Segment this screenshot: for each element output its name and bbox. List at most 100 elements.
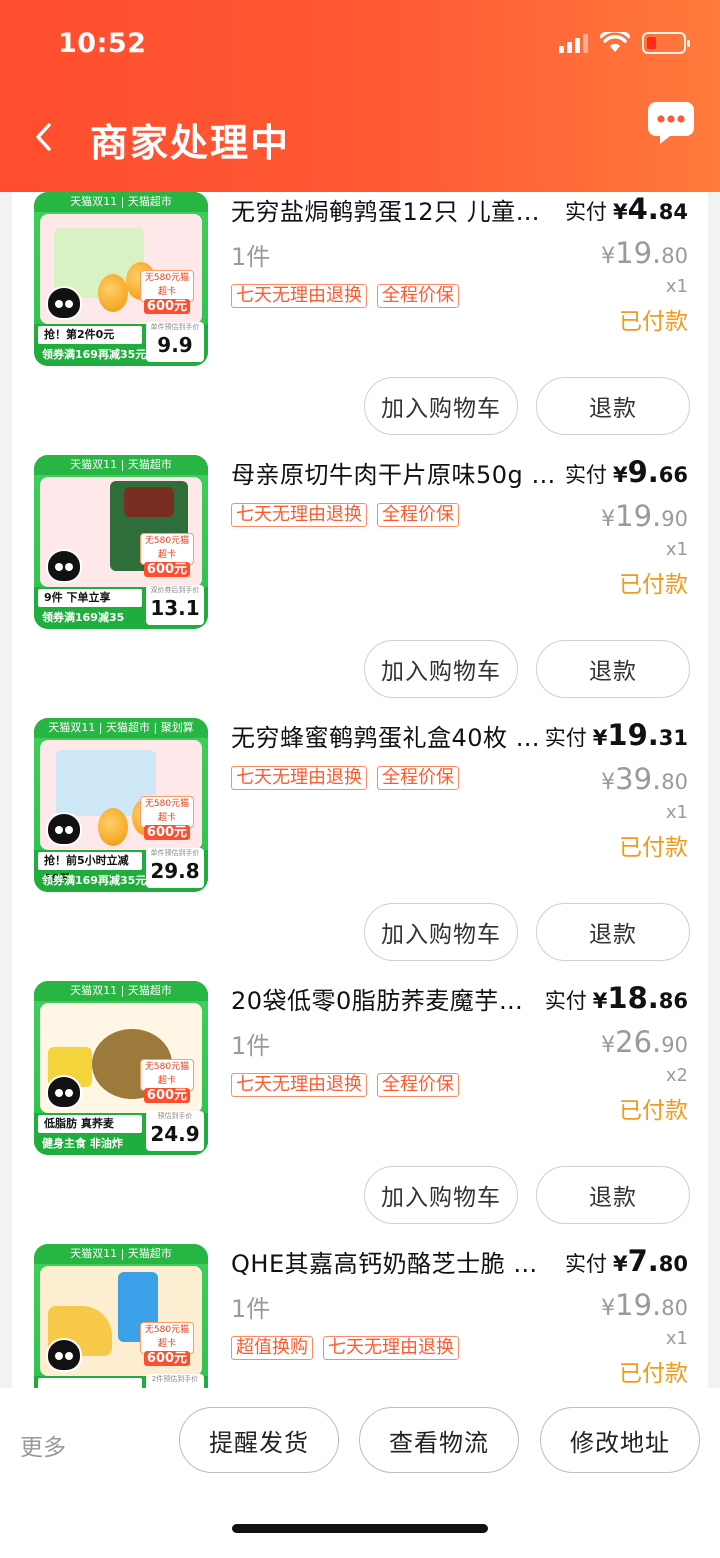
- thumb-banner: 天猫双11 | 天猫超市: [34, 1244, 208, 1264]
- service-tag: 七天无理由退换: [231, 1073, 367, 1097]
- back-button[interactable]: [28, 112, 58, 162]
- remind-shipment-button[interactable]: 提醒发货: [179, 1407, 339, 1473]
- chat-bubble-icon: [648, 102, 694, 144]
- thumb-coupon: 无580元猫超卡 600元: [140, 270, 194, 314]
- thumb-price-box: 单件预估到手价 29.8: [146, 848, 204, 888]
- tmall-cat-icon: [46, 549, 82, 583]
- refund-button[interactable]: 退款: [536, 1166, 690, 1224]
- product-title[interactable]: 无穷盐焗鹌鹑蛋12只 儿童零食小吃休闲食品: [231, 192, 561, 227]
- thumb-price-box: 双价券后到手价 13.1: [146, 585, 204, 625]
- service-tags: 七天无理由退换 全程价保: [231, 1073, 459, 1097]
- thumb-promo-strip: 9件 下单立享 领券满169减35 双价券后到手价 13.1: [34, 585, 208, 629]
- original-price: ¥39.80: [601, 762, 688, 796]
- service-tag: 七天无理由退换: [231, 284, 367, 308]
- service-tag: 全程价保: [377, 766, 459, 790]
- paid-price: 实付 ¥19.31: [544, 718, 688, 752]
- product-qty: 1件: [231, 243, 271, 271]
- add-to-cart-button[interactable]: 加入购物车: [364, 640, 518, 698]
- service-tag: 全程价保: [377, 284, 459, 308]
- item-count: x1: [665, 802, 688, 823]
- refund-button[interactable]: 退款: [536, 903, 690, 961]
- payment-status: 已付款: [619, 835, 688, 861]
- thumb-promo-strip: 抢！前5小时立减10元 领券满169再减35元 单件预估到手价 29.8: [34, 848, 208, 892]
- add-to-cart-button[interactable]: 加入购物车: [364, 377, 518, 435]
- refund-button[interactable]: 退款: [536, 377, 690, 435]
- wifi-icon: [600, 32, 630, 52]
- tmall-cat-icon: [46, 1338, 82, 1372]
- item-count: x2: [665, 1065, 688, 1086]
- paid-price: 实付 ¥9.66: [564, 455, 688, 489]
- service-tag: 超值换购: [231, 1336, 313, 1360]
- item-count: x1: [665, 276, 688, 297]
- service-tag: 全程价保: [377, 503, 459, 527]
- chevron-left-icon: [36, 123, 51, 151]
- beef-image: [124, 487, 174, 517]
- paid-price: 实付 ¥7.80: [564, 1244, 688, 1278]
- order-item: 天猫双11 | 天猫超市 | 聚划算 无580元猫超卡 600元 抢！前5小时立减…: [12, 718, 708, 981]
- add-to-cart-button[interactable]: 加入购物车: [364, 1166, 518, 1224]
- thumb-image: 无580元猫超卡 600元: [40, 1266, 202, 1376]
- product-thumbnail[interactable]: 天猫双11 | 天猫超市 无580元猫超卡 600元 抢！第2件0元 领券满169…: [34, 192, 208, 366]
- product-title[interactable]: 母亲原切牛肉干片原味50g 即食零食: [231, 455, 561, 490]
- service-tags: 七天无理由退换 全程价保: [231, 766, 459, 790]
- payment-status: 已付款: [619, 572, 688, 598]
- change-address-button[interactable]: 修改地址: [540, 1407, 700, 1473]
- item-count: x1: [665, 1328, 688, 1349]
- thumb-coupon: 无580元猫超卡 600元: [140, 1322, 194, 1366]
- thumb-banner: 天猫双11 | 天猫超市: [34, 455, 208, 475]
- service-tag: 七天无理由退换: [231, 766, 367, 790]
- item-count: x1: [665, 539, 688, 560]
- page-title: 商家处理中: [90, 121, 291, 165]
- thumb-image: 无580元猫超卡 600元: [40, 214, 202, 324]
- product-title[interactable]: QHE其嘉高钙奶酪芝士脆 儿童零食: [231, 1244, 547, 1279]
- product-qty: 1件: [231, 1032, 271, 1060]
- status-icons: [559, 32, 690, 54]
- product-thumbnail[interactable]: 天猫双11 | 天猫超市 无580元猫超卡 600元 9件 下单立享 领券满169…: [34, 455, 208, 629]
- paid-price: 实付 ¥4.84: [564, 192, 688, 226]
- home-indicator[interactable]: [232, 1524, 488, 1533]
- service-tag: 全程价保: [377, 1073, 459, 1097]
- product-title[interactable]: 无穷蜂蜜鹌鹑蛋礼盒40枚 休闲零食: [231, 718, 551, 753]
- service-tags: 超值换购 七天无理由退换: [231, 1336, 459, 1360]
- more-link[interactable]: 更多: [20, 1428, 66, 1462]
- thumb-coupon: 无580元猫超卡 600元: [140, 533, 194, 577]
- thumb-image: 无580元猫超卡 600元: [40, 477, 202, 587]
- chat-button[interactable]: [646, 98, 696, 148]
- original-price: ¥19.90: [601, 499, 688, 533]
- tmall-cat-icon: [46, 286, 82, 320]
- signal-icon: [559, 33, 588, 53]
- product-thumbnail[interactable]: 天猫双11 | 天猫超市 无580元猫超卡 600元 2件预估到手价: [34, 1244, 208, 1388]
- bottom-action-bar: 更多 提醒发货 查看物流 修改地址: [0, 1388, 720, 1558]
- refund-button[interactable]: 退款: [536, 640, 690, 698]
- thumb-banner: 天猫双11 | 天猫超市 | 聚划算: [34, 718, 208, 738]
- order-items-list: 天猫双11 | 天猫超市 无580元猫超卡 600元 抢！第2件0元 领券满169…: [12, 192, 708, 1388]
- thumb-image: 无580元猫超卡 600元: [40, 740, 202, 850]
- product-qty: 1件: [231, 1295, 271, 1323]
- battery-icon: [642, 32, 690, 54]
- tmall-cat-icon: [46, 1075, 82, 1109]
- view-logistics-button[interactable]: 查看物流: [359, 1407, 519, 1473]
- product-title[interactable]: 20袋低零0脂肪荞麦魔芋面方便面 速食: [231, 981, 547, 1016]
- service-tag: 七天无理由退换: [231, 503, 367, 527]
- add-to-cart-button[interactable]: 加入购物车: [364, 903, 518, 961]
- thumb-price-box: 2件预估到手价: [146, 1374, 204, 1388]
- service-tags: 七天无理由退换 全程价保: [231, 503, 459, 527]
- thumb-image: 无580元猫超卡 600元: [40, 1003, 202, 1113]
- app-header: 10:52 商家处理中: [0, 0, 720, 192]
- order-item: 天猫双11 | 天猫超市 无580元猫超卡 600元 低脂肪 真荞麦 健身主食 非…: [12, 981, 708, 1244]
- order-item: 天猫双11 | 天猫超市 无580元猫超卡 600元 9件 下单立享 领券满169…: [12, 455, 708, 718]
- egg-image: [98, 274, 128, 312]
- product-thumbnail[interactable]: 天猫双11 | 天猫超市 无580元猫超卡 600元 低脂肪 真荞麦 健身主食 非…: [34, 981, 208, 1155]
- thumb-price-box: 预估到手价 24.9: [146, 1111, 204, 1151]
- status-time: 10:52: [58, 28, 147, 59]
- paid-price: 实付 ¥18.86: [544, 981, 688, 1015]
- payment-status: 已付款: [619, 1361, 688, 1387]
- thumb-promo-strip: 抢！第2件0元 领券满169再减35元 单件预估到手价 9.9: [34, 322, 208, 366]
- order-item: 天猫双11 | 天猫超市 无580元猫超卡 600元 2件预估到手价 QHE其嘉高…: [12, 1244, 708, 1388]
- product-thumbnail[interactable]: 天猫双11 | 天猫超市 | 聚划算 无580元猫超卡 600元 抢！前5小时立减…: [34, 718, 208, 892]
- thumb-banner: 天猫双11 | 天猫超市: [34, 981, 208, 1001]
- thumb-coupon: 无580元猫超卡 600元: [140, 1059, 194, 1103]
- thumb-price-box: 单件预估到手价 9.9: [146, 322, 204, 362]
- thumb-promo-strip: 低脂肪 真荞麦 健身主食 非油炸 预估到手价 24.9: [34, 1111, 208, 1155]
- thumb-coupon: 无580元猫超卡 600元: [140, 796, 194, 840]
